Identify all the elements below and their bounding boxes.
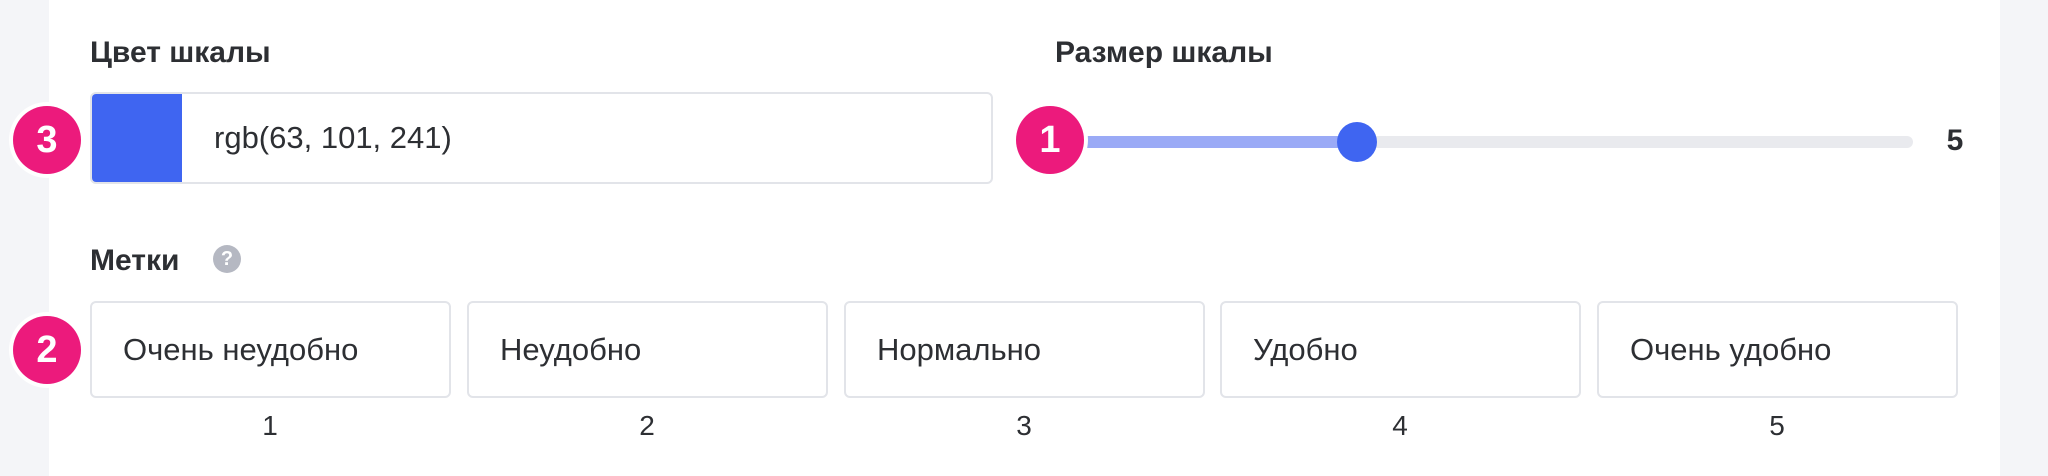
label-index-2: 2	[639, 410, 655, 441]
label-input-text[interactable]: Удобно	[1253, 303, 1358, 396]
label-input-1[interactable]: Очень неудобно	[90, 301, 451, 398]
label-input-text[interactable]: Нормально	[877, 303, 1041, 396]
label-input-4[interactable]: Удобно	[1220, 301, 1581, 398]
label-input-2[interactable]: Неудобно	[467, 301, 828, 398]
slider-fill	[1058, 136, 1358, 148]
labels-section-title: Метки	[90, 244, 180, 277]
size-section-title: Размер шкалы	[1055, 36, 1273, 69]
label-input-text[interactable]: Очень удобно	[1630, 303, 1831, 396]
settings-panel	[49, 0, 2000, 476]
help-icon[interactable]: ?	[213, 245, 241, 273]
size-slider[interactable]	[1058, 120, 1913, 168]
slider-value: 5	[1946, 124, 1964, 157]
label-index-3: 3	[1016, 410, 1032, 441]
label-index-4: 4	[1392, 410, 1408, 441]
color-swatch[interactable]	[92, 94, 182, 182]
annotation-badge-2: 2	[13, 316, 81, 384]
color-value-text[interactable]: rgb(63, 101, 241)	[214, 94, 452, 182]
label-input-5[interactable]: Очень удобно	[1597, 301, 1958, 398]
color-section-title: Цвет шкалы	[90, 36, 271, 69]
annotation-badge-3: 3	[13, 106, 81, 174]
label-index-1: 1	[262, 410, 278, 441]
label-input-text[interactable]: Очень неудобно	[123, 303, 358, 396]
slider-thumb[interactable]	[1337, 122, 1378, 162]
label-input-text[interactable]: Неудобно	[500, 303, 641, 396]
label-input-3[interactable]: Нормально	[844, 301, 1205, 398]
label-index-5: 5	[1769, 410, 1785, 441]
annotation-badge-1: 1	[1016, 106, 1084, 174]
color-input-field[interactable]: rgb(63, 101, 241)	[90, 92, 993, 184]
